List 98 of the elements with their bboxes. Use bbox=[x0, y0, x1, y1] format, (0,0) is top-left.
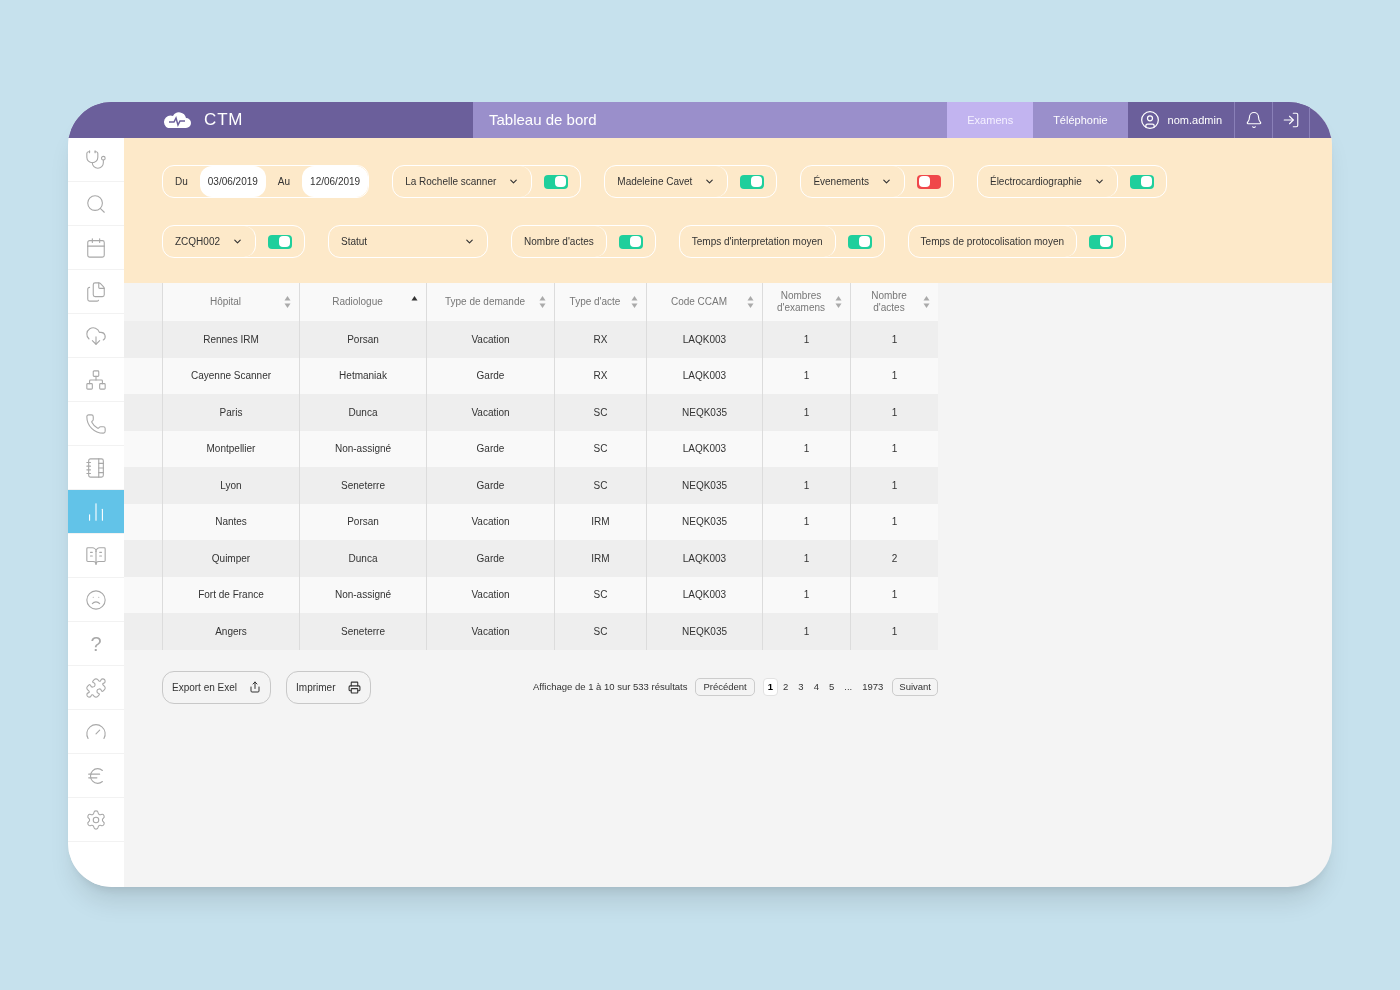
table-cell: 1 bbox=[850, 394, 938, 431]
logout-icon bbox=[1282, 111, 1300, 129]
user-icon bbox=[1139, 110, 1160, 130]
table-cell: LAQK003 bbox=[646, 540, 762, 577]
column-header[interactable]: Code CCAM bbox=[646, 283, 762, 321]
documents-icon bbox=[85, 280, 107, 303]
cloud-download-icon bbox=[85, 324, 107, 347]
table-cell: Angers bbox=[162, 613, 299, 650]
stethoscope-icon bbox=[85, 148, 107, 171]
print-button[interactable]: Imprimer bbox=[286, 670, 371, 704]
table-cell: 2 bbox=[850, 540, 938, 577]
date-field[interactable]: 12/06/2019 bbox=[302, 166, 369, 197]
filter-label: Temps d'interpretation moyen bbox=[679, 226, 836, 257]
column-header[interactable]: Type de demande bbox=[426, 283, 554, 321]
results-summary: Affichage de 1 à 10 sur 533 résultats bbox=[532, 679, 688, 694]
printer-icon bbox=[347, 680, 361, 694]
chevron-icon bbox=[508, 176, 520, 187]
filter-label: Nombre d'actes bbox=[512, 226, 607, 257]
page-link[interactable]: ... bbox=[839, 678, 858, 696]
column-header[interactable]: Nombres d'examens bbox=[762, 283, 850, 321]
to-label: Au bbox=[276, 175, 292, 189]
toggle-switch[interactable] bbox=[740, 174, 765, 189]
page-link[interactable]: 1 bbox=[762, 678, 779, 696]
open-book-icon bbox=[85, 544, 107, 567]
table-cell: 1 bbox=[762, 540, 850, 577]
table-cell: Vacation bbox=[426, 321, 554, 358]
toggle-switch[interactable] bbox=[268, 234, 292, 249]
table-cell: Garde bbox=[426, 540, 554, 577]
table-cell: Dunca bbox=[299, 540, 426, 577]
table-cell: Dunca bbox=[299, 394, 426, 431]
table-cell: 1 bbox=[850, 321, 938, 358]
toggle-switch[interactable] bbox=[1089, 234, 1114, 249]
column-header[interactable]: Nombre d'actes bbox=[850, 283, 938, 321]
page-link[interactable]: 3 bbox=[793, 678, 809, 696]
search-icon bbox=[85, 192, 107, 215]
toggle-switch[interactable] bbox=[847, 234, 872, 249]
export-button[interactable]: Export en Exel bbox=[162, 670, 272, 704]
column-header[interactable]: Radiologue bbox=[299, 283, 426, 321]
sad-face-icon bbox=[85, 588, 107, 611]
column-header[interactable]: Hôpital bbox=[162, 283, 299, 321]
from-label: Du bbox=[174, 175, 189, 189]
table-cell: 1 bbox=[850, 467, 938, 504]
cloud-logo-icon bbox=[162, 110, 192, 130]
toggle-switch[interactable] bbox=[618, 234, 643, 249]
table-cell: Garde bbox=[426, 467, 554, 504]
table-cell: SC bbox=[554, 613, 646, 650]
table-cell: NEQK035 bbox=[646, 394, 762, 431]
phone-icon bbox=[85, 412, 107, 435]
page-link[interactable]: 5 bbox=[823, 678, 840, 696]
puzzle-icon bbox=[85, 676, 107, 699]
table-cell: NEQK035 bbox=[646, 467, 762, 504]
toggle-switch[interactable] bbox=[916, 174, 941, 189]
table-cell: SC bbox=[554, 467, 646, 504]
settings-icon bbox=[85, 808, 107, 831]
table-cell: 1 bbox=[762, 467, 850, 504]
table-cell: RX bbox=[554, 321, 646, 358]
calendar-icon bbox=[85, 236, 107, 259]
dropdown-select[interactable]: Statut bbox=[328, 225, 488, 258]
table-cell: Vacation bbox=[426, 613, 554, 650]
table-cell: IRM bbox=[554, 540, 646, 577]
column-header[interactable]: Type d'acte bbox=[554, 283, 646, 321]
chevron-icon bbox=[880, 176, 892, 187]
notebook-icon bbox=[85, 456, 107, 479]
table-cell: Seneterre bbox=[299, 613, 426, 650]
toggle-switch[interactable] bbox=[1129, 174, 1154, 189]
chevron-icon bbox=[232, 236, 243, 247]
filter-label: Temps de protocolisation moyen bbox=[908, 226, 1078, 257]
table-cell: 1 bbox=[762, 321, 850, 358]
chevron-icon bbox=[1093, 176, 1105, 187]
page-title: Tableau de bord bbox=[489, 109, 597, 130]
table-cell: 1 bbox=[762, 394, 850, 431]
date-field[interactable]: 03/06/2019 bbox=[199, 166, 266, 197]
page-link[interactable]: 4 bbox=[808, 678, 824, 696]
chevron-icon bbox=[464, 236, 475, 247]
table-cell: NEQK035 bbox=[646, 613, 762, 650]
next-button[interactable]: Suivant bbox=[892, 678, 938, 696]
chevron-icon bbox=[704, 176, 716, 187]
table-cell: 1 bbox=[850, 613, 938, 650]
logo-text: CTM bbox=[204, 109, 244, 132]
table-cell: Vacation bbox=[426, 394, 554, 431]
table-cell: LAQK003 bbox=[646, 321, 762, 358]
org-chart-icon bbox=[85, 368, 107, 391]
page-link[interactable]: 2 bbox=[778, 678, 794, 696]
table-cell: Porsan bbox=[299, 321, 426, 358]
share-icon bbox=[249, 681, 262, 693]
table-cell: 1 bbox=[762, 613, 850, 650]
sidebar-item[interactable] bbox=[68, 490, 124, 534]
table-cell: Paris bbox=[162, 394, 299, 431]
toggle-switch[interactable] bbox=[544, 174, 569, 189]
table-cell: Lyon bbox=[162, 467, 299, 504]
date-range-field[interactable]: Du 03/06/2019 Au 12/06/2019 bbox=[162, 165, 370, 198]
previous-button[interactable]: Précédent bbox=[695, 678, 755, 696]
bell-icon bbox=[1244, 111, 1263, 129]
table-cell: SC bbox=[554, 394, 646, 431]
page-link[interactable]: 1973 bbox=[857, 678, 889, 696]
table-cell: Seneterre bbox=[299, 467, 426, 504]
table-cell: Quimper bbox=[162, 540, 299, 577]
table-cell: Rennes IRM bbox=[162, 321, 299, 358]
